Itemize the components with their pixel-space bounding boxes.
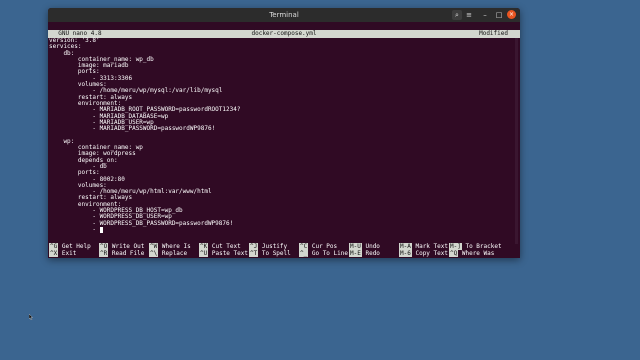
shortcut-key: ^R xyxy=(99,250,109,257)
window-titlebar[interactable]: Terminal ⌕ ≡ – □ × xyxy=(48,8,520,22)
shortcut-label: Read File xyxy=(111,250,145,257)
shortcut-label: Go To Line xyxy=(311,250,348,257)
window-title: Terminal xyxy=(269,11,299,19)
shortcut-item[interactable]: ^\ Replace xyxy=(149,250,188,257)
shortcut-item[interactable]: M-6 Copy Text xyxy=(399,250,448,257)
nano-header-bar: GNU nano 4.8 docker-compose.yml Modified xyxy=(48,30,520,38)
shortcut-key: M-6 xyxy=(399,250,412,257)
shortcut-label: Where Was xyxy=(461,250,495,257)
shortcut-key: ^Q xyxy=(449,250,459,257)
shortcut-key: M-U xyxy=(349,243,362,250)
minimize-icon[interactable]: – xyxy=(480,10,490,20)
shortcut-key: ^J xyxy=(249,243,259,250)
search-icon[interactable]: ⌕ xyxy=(452,10,462,20)
shortcut-item[interactable]: ^U Paste Text xyxy=(199,250,248,257)
shortcut-label: Cut Text xyxy=(211,243,241,250)
shortcut-label: Write Out xyxy=(111,243,145,250)
shortcut-label: Undo xyxy=(365,243,380,250)
terminal-window[interactable]: Terminal ⌕ ≡ – □ × GNU nano 4.8 docker-c… xyxy=(48,8,520,258)
shortcut-label: Justify xyxy=(261,243,288,250)
shortcut-key: ^T xyxy=(249,250,259,257)
code-line-text: - MARIADB_PASSWORD=passwordWP9876! xyxy=(49,125,216,133)
shortcut-item[interactable]: ^X Exit xyxy=(49,250,77,257)
shortcut-key: ^G xyxy=(49,243,59,250)
shortcut-label: Get Help xyxy=(61,243,91,250)
shortcut-key: ^K xyxy=(199,243,209,250)
scrollbar[interactable] xyxy=(515,38,518,244)
nano-filename: docker-compose.yml xyxy=(251,30,317,37)
shortcut-key: ^C xyxy=(299,243,309,250)
text-cursor xyxy=(99,226,103,233)
code-line: - xyxy=(48,225,514,233)
mouse-pointer-icon xyxy=(29,314,33,320)
editor-text-area[interactable]: version: '3.8' services: db: container_na… xyxy=(48,37,514,246)
shortcut-key: ^X xyxy=(49,250,59,257)
nano-shortcut-bar: ^G Get Help ^O Write Out ^W Where Is ^K Cut… xyxy=(48,243,520,258)
shortcut-item[interactable]: ^R Read File xyxy=(99,250,145,257)
shortcut-item[interactable]: ^T To Spell xyxy=(249,250,291,257)
close-icon[interactable]: × xyxy=(507,10,516,19)
code-line-text: - xyxy=(49,225,100,233)
shortcut-label: Replace xyxy=(161,250,188,257)
shortcut-key: ^W xyxy=(149,243,159,250)
shortcut-key: ^O xyxy=(99,243,109,250)
shortcut-key: ^_ xyxy=(299,250,309,257)
shortcut-label: Copy Text xyxy=(415,250,448,257)
shortcut-label: To Spell xyxy=(261,250,291,257)
shortcut-key: M-E xyxy=(349,250,362,257)
shortcut-item[interactable]: M-E Redo xyxy=(349,250,380,257)
shortcut-label: Where Is xyxy=(161,243,191,250)
shortcut-key: M-] xyxy=(449,243,462,250)
shortcut-item[interactable]: ^_ Go To Line xyxy=(299,250,348,257)
hamburger-menu-icon[interactable]: ≡ xyxy=(464,10,474,20)
shortcut-label: Redo xyxy=(365,250,380,257)
shortcut-label: Cur Pos xyxy=(311,243,338,250)
shortcut-key: ^\ xyxy=(149,250,159,257)
shortcut-label: Exit xyxy=(61,250,77,257)
shortcut-item[interactable]: ^Q Where Was xyxy=(449,250,495,257)
shortcut-key: M-A xyxy=(399,243,412,250)
desktop: Terminal ⌕ ≡ – □ × GNU nano 4.8 docker-c… xyxy=(0,0,640,360)
shortcut-label: Mark Text xyxy=(415,243,448,250)
shortcut-key: ^U xyxy=(199,250,209,257)
maximize-icon[interactable]: □ xyxy=(494,10,504,20)
shortcut-label: Paste Text xyxy=(211,250,248,257)
nano-modified-status: Modified xyxy=(479,30,508,37)
shortcut-label: To Bracket xyxy=(465,243,502,250)
